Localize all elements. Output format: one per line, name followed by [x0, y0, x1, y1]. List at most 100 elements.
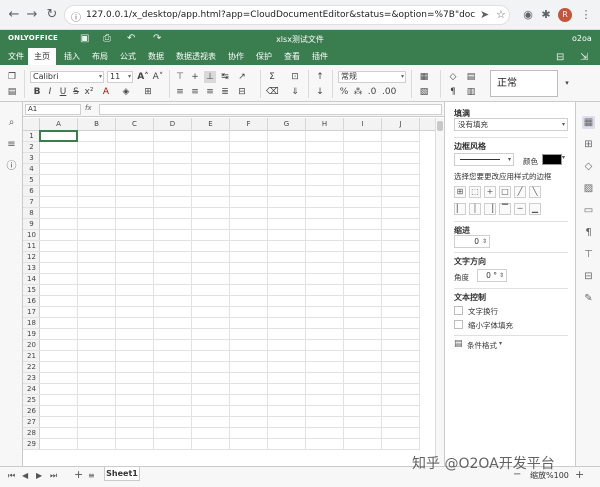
row-header[interactable]: 26	[23, 406, 40, 417]
extensions-puzzle-icon[interactable]: ✱	[538, 7, 554, 23]
zoom-in-icon[interactable]: +	[575, 468, 584, 481]
add-sheet-icon[interactable]: +	[74, 468, 83, 481]
font-color-icon[interactable]: A	[100, 86, 112, 98]
open-file-location-icon[interactable]: ⊟	[556, 52, 564, 63]
row-header[interactable]: 15	[23, 285, 40, 296]
column-header[interactable]: C	[116, 118, 154, 131]
inner-borders-icon[interactable]: +	[484, 186, 496, 198]
bookmark-star-icon[interactable]: ☆	[496, 8, 506, 21]
row-header[interactable]: 12	[23, 252, 40, 263]
chevron-down-icon[interactable]: ▾	[562, 154, 565, 161]
percent-icon[interactable]: %	[338, 86, 350, 98]
decrease-decimal-icon[interactable]: .0	[366, 86, 378, 98]
decrease-font-icon[interactable]: A˅	[152, 71, 164, 83]
profile-avatar[interactable]: R	[558, 8, 572, 22]
align-bottom-icon[interactable]: ⊥	[204, 71, 216, 83]
tab-file[interactable]: 文件	[2, 48, 30, 65]
tab-formula[interactable]: 公式	[114, 48, 142, 65]
outer-borders-icon[interactable]: □	[499, 186, 511, 198]
row-header[interactable]: 19	[23, 329, 40, 340]
send-icon[interactable]: ➤	[480, 8, 489, 21]
column-header[interactable]: B	[78, 118, 116, 131]
column-header[interactable]: D	[154, 118, 192, 131]
font-name-select[interactable]: Calibri▾	[30, 71, 104, 83]
orientation-icon[interactable]: ↗	[236, 71, 248, 83]
align-left-icon[interactable]: ≡	[174, 86, 186, 98]
underline-icon[interactable]: U	[57, 86, 69, 98]
signature-settings-icon[interactable]: ✎	[582, 292, 595, 305]
conditional-format-button[interactable]: 条件格式	[467, 340, 497, 351]
insert-function-button[interactable]: fx	[85, 104, 97, 115]
info-icon[interactable]: ⓘ	[71, 9, 81, 24]
row-header[interactable]: 5	[23, 175, 40, 186]
forward-icon[interactable]: →	[24, 7, 40, 23]
row-header[interactable]: 25	[23, 395, 40, 406]
row-header[interactable]: 16	[23, 296, 40, 307]
fill-select[interactable]: 没有填充▾	[454, 118, 568, 131]
align-middle-icon[interactable]: +	[189, 71, 201, 83]
column-header[interactable]: E	[192, 118, 230, 131]
cell-reference-input[interactable]: A1	[25, 104, 81, 115]
column-header[interactable]: J	[382, 118, 420, 131]
spreadsheet-grid[interactable]: ABCDEFGHIJ 12345678910111213141516171819…	[23, 118, 435, 464]
back-icon[interactable]: ←	[6, 7, 22, 23]
prev-sheet-icon[interactable]: ◀	[22, 471, 28, 480]
stepper-arrows-icon[interactable]: ⇕	[482, 236, 487, 247]
sum-icon[interactable]: Σ	[266, 71, 278, 83]
chevron-down-icon[interactable]: ▾	[561, 77, 573, 89]
row-header[interactable]: 4	[23, 164, 40, 175]
conditional-format-icon[interactable]: ▤	[454, 339, 463, 349]
increase-font-icon[interactable]: A˄	[137, 71, 149, 83]
row-header[interactable]: 2	[23, 142, 40, 153]
border-color-swatch[interactable]	[542, 154, 562, 165]
sort-asc-icon[interactable]: ↑	[314, 71, 326, 83]
text-art-settings-icon[interactable]: ⊤	[582, 248, 595, 261]
angle-stepper[interactable]: 0 °⇕	[477, 269, 507, 282]
select-all-corner[interactable]	[23, 118, 40, 131]
inner-vertical-border-icon[interactable]: │	[469, 203, 481, 215]
bottom-border-icon[interactable]: ▁	[529, 203, 541, 215]
shrink-to-fit-checkbox[interactable]	[454, 320, 463, 329]
pivot-settings-icon[interactable]: ⊟	[582, 270, 595, 283]
fill-color-icon[interactable]: ◈	[120, 86, 132, 98]
tab-collaboration[interactable]: 协作	[222, 48, 250, 65]
no-borders-icon[interactable]: ⬚	[469, 186, 481, 198]
column-header[interactable]: G	[268, 118, 306, 131]
tab-insert[interactable]: 插入	[58, 48, 86, 65]
reload-icon[interactable]: ↻	[44, 7, 60, 23]
tab-pivot-table[interactable]: 数据透视表	[170, 48, 222, 65]
info-icon[interactable]: ⓘ	[5, 160, 18, 173]
justify-icon[interactable]: ≣	[219, 86, 231, 98]
vertical-scrollbar[interactable]	[435, 118, 444, 464]
column-header[interactable]: F	[230, 118, 268, 131]
address-bar[interactable]: ⓘ 127.0.0.1/x_desktop/app.html?app=Cloud…	[64, 5, 510, 25]
chart-settings-icon[interactable]: ▭	[582, 204, 595, 217]
row-header[interactable]: 13	[23, 263, 40, 274]
number-format-select[interactable]: 常规▾	[338, 71, 406, 83]
copy-icon[interactable]: ❐	[6, 71, 18, 83]
tab-view[interactable]: 查看	[278, 48, 306, 65]
left-border-icon[interactable]: ▏	[454, 203, 466, 215]
border-line-select[interactable]: ▾	[454, 153, 514, 166]
format-table-icon[interactable]: ▤	[465, 71, 477, 83]
row-header[interactable]: 10	[23, 230, 40, 241]
table-settings-icon[interactable]: ⊞	[582, 138, 595, 151]
row-header[interactable]: 20	[23, 340, 40, 351]
search-icon[interactable]: ⌕	[5, 116, 18, 129]
last-sheet-icon[interactable]: ⏭	[50, 471, 57, 481]
row-header[interactable]: 29	[23, 439, 40, 450]
table-template-icon[interactable]: ▥	[465, 86, 477, 98]
sheet-list-icon[interactable]: ≡	[88, 471, 95, 480]
row-header[interactable]: 22	[23, 362, 40, 373]
row-header[interactable]: 9	[23, 219, 40, 230]
print-icon[interactable]: ⎙	[103, 33, 111, 44]
delete-cells-icon[interactable]: ▧	[418, 86, 430, 98]
strikethrough-icon[interactable]: S	[70, 86, 82, 98]
tab-protection[interactable]: 保护	[250, 48, 278, 65]
image-settings-icon[interactable]: ▨	[582, 182, 595, 195]
row-header[interactable]: 23	[23, 373, 40, 384]
increase-decimal-icon[interactable]: .00	[382, 86, 394, 98]
row-header[interactable]: 27	[23, 417, 40, 428]
cell-style-normal[interactable]: 正常	[497, 78, 517, 89]
cell-style-gallery[interactable]: 正常	[490, 70, 558, 97]
